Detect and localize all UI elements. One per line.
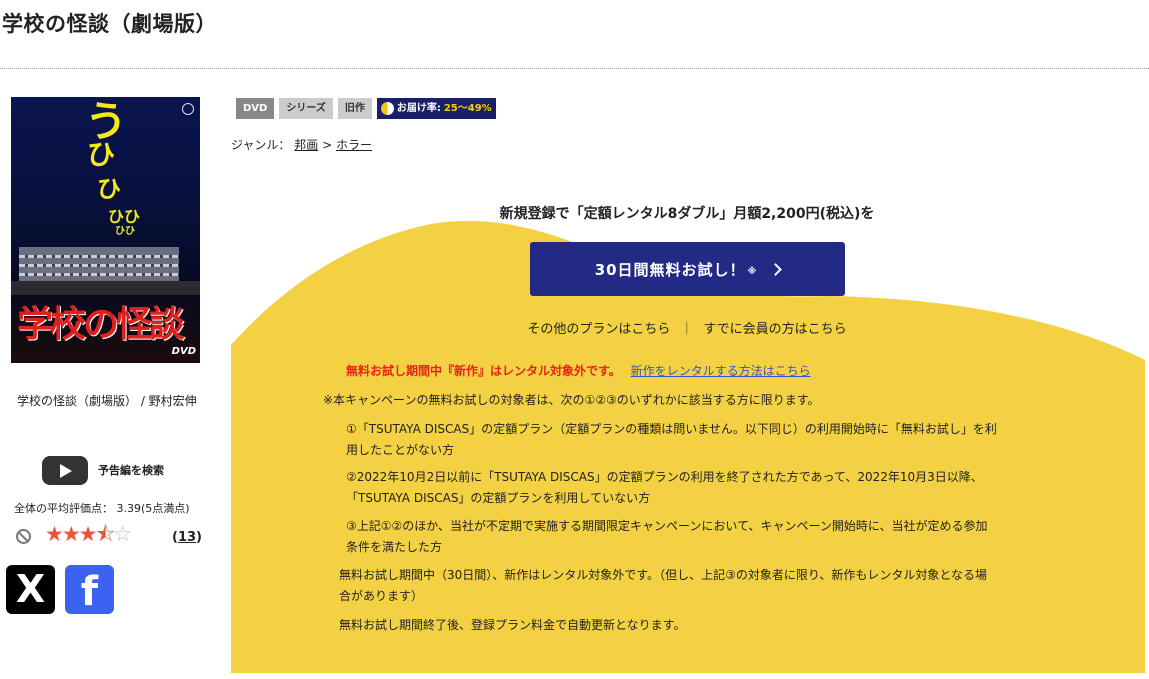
campaign-note-4a: 無料お試し期間中（30日間）、新作はレンタル対象外です。（但し、上記③の対象者に… bbox=[339, 568, 987, 582]
cover-text-hi: ひひ bbox=[115, 226, 135, 237]
cover-ground bbox=[11, 281, 200, 295]
poster-caption: 学校の怪談（劇場版） / 野村宏伸 bbox=[17, 394, 197, 408]
campaign-note-5: 無料お試し期間終了後、登録プラン料金で自動更新となります。 bbox=[339, 618, 686, 632]
tag-delivery-rate: お届け率: 25〜49% bbox=[376, 98, 496, 119]
review-count-link[interactable]: (13) bbox=[172, 530, 202, 545]
star-half-icon: ⯪ bbox=[95, 522, 115, 546]
trailer-play-button[interactable] bbox=[42, 456, 88, 485]
genre-link-category[interactable]: 邦画 bbox=[294, 138, 318, 152]
x-share-button[interactable]: X bbox=[6, 565, 55, 614]
warning-text: 無料お試し期間中『新作』はレンタル対象外です。 bbox=[346, 364, 621, 378]
product-tags: DVD シリーズ 旧作 お届け率: 25〜49% bbox=[236, 98, 496, 119]
star-full-icon: ★ bbox=[61, 522, 81, 546]
studio-logo-icon bbox=[182, 103, 194, 115]
star-full-icon: ★ bbox=[45, 522, 64, 546]
member-login-link[interactable]: すでに会員の方はこちら bbox=[703, 322, 846, 337]
campaign-note-2b: 「TSUTAYA DISCAS」の定額プランを利用していない方 bbox=[346, 491, 651, 505]
other-plans-link[interactable]: その他のプランはこちら bbox=[527, 322, 670, 337]
genre-label: ジャンル： bbox=[231, 138, 291, 152]
campaign-note-1b: 用したことがない方 bbox=[346, 443, 455, 457]
campaign-note-1a: ①「TSUTAYA DISCAS」の定額プラン（定額プランの種類は問いません。以… bbox=[346, 422, 997, 436]
plan-links: その他のプランはこちら ｜ すでに会員の方はこちら bbox=[231, 318, 1143, 337]
star-rating: ★★★⯪☆ bbox=[45, 522, 132, 546]
trailer-search-link[interactable]: 予告編を検索 bbox=[98, 462, 164, 478]
cover-school-building bbox=[19, 247, 179, 281]
tag-dvd: DVD bbox=[236, 98, 275, 119]
delivery-rate-icon bbox=[380, 102, 394, 115]
review-count-number[interactable]: 13 bbox=[178, 530, 196, 545]
free-trial-note-mark: ※ bbox=[747, 267, 758, 277]
campaign-note-2a: ②2022年10月2日以前に「TSUTAYA DISCAS」の定額プランの利用を… bbox=[346, 470, 983, 484]
genre-link-subcategory[interactable]: ホラー bbox=[336, 138, 372, 152]
cover-text-u: う bbox=[85, 97, 128, 146]
title-divider bbox=[0, 68, 1149, 69]
free-trial-label[interactable]: 30日間無料お試し！ bbox=[595, 259, 746, 280]
new-release-warning: 無料お試し期間中『新作』はレンタル対象外です。 新作をレンタルする方法はこちら bbox=[346, 362, 811, 379]
cover-text-hi: ひひ bbox=[108, 207, 141, 226]
campaign-note-3b: 条件を満たした方 bbox=[346, 540, 443, 554]
dvd-logo: DVD bbox=[171, 346, 196, 357]
campaign-note-4b: 合があります） bbox=[339, 589, 424, 603]
genre-breadcrumb: ジャンル： 邦画 > ホラー bbox=[231, 136, 372, 153]
campaign-note-3a: ③上記①②のほか、当社が不定期で実施する期間限定キャンペーンにおいて、キャンペー… bbox=[346, 519, 988, 533]
link-separator: ｜ bbox=[680, 322, 694, 337]
star-empty-icon: ☆ bbox=[113, 522, 132, 546]
new-release-rental-link[interactable]: 新作をレンタルする方法はこちら bbox=[631, 364, 811, 378]
page-title: 学校の怪談（劇場版） bbox=[2, 12, 217, 36]
average-rating-text: 全体の平均評価点： 3.39(5点満点) bbox=[14, 502, 190, 515]
dvd-cover-image[interactable]: う ひ ひ ひひ ひひ 学校の怪談 DVD bbox=[11, 97, 200, 363]
delivery-rate-label: お届け率: bbox=[396, 103, 441, 114]
cover-title-text: 学校の怪談 bbox=[17, 304, 185, 345]
facebook-share-button[interactable]: f bbox=[65, 565, 114, 615]
chevron-right-icon bbox=[769, 262, 783, 276]
star-full-icon: ★ bbox=[78, 522, 98, 546]
promo-headline: 新規登録で「定額レンタル8ダブル」月額2,200円(税込)を bbox=[499, 206, 875, 222]
free-trial-button[interactable]: 30日間無料お試し！ ※ bbox=[530, 242, 845, 296]
cover-text-hi: ひ bbox=[97, 175, 121, 203]
delivery-rate-value: 25〜49% bbox=[443, 103, 492, 114]
cover-text-hi: ひ bbox=[87, 138, 116, 171]
tag-old: 旧作 bbox=[337, 98, 372, 119]
campaign-note-intro: ※本キャンペーンの無料お試しの対象者は、次の①②③のいずれかに該当する方に限りま… bbox=[323, 393, 820, 407]
not-interested-icon[interactable] bbox=[16, 529, 31, 544]
tag-series: シリーズ bbox=[279, 98, 333, 119]
genre-separator: > bbox=[322, 138, 333, 152]
